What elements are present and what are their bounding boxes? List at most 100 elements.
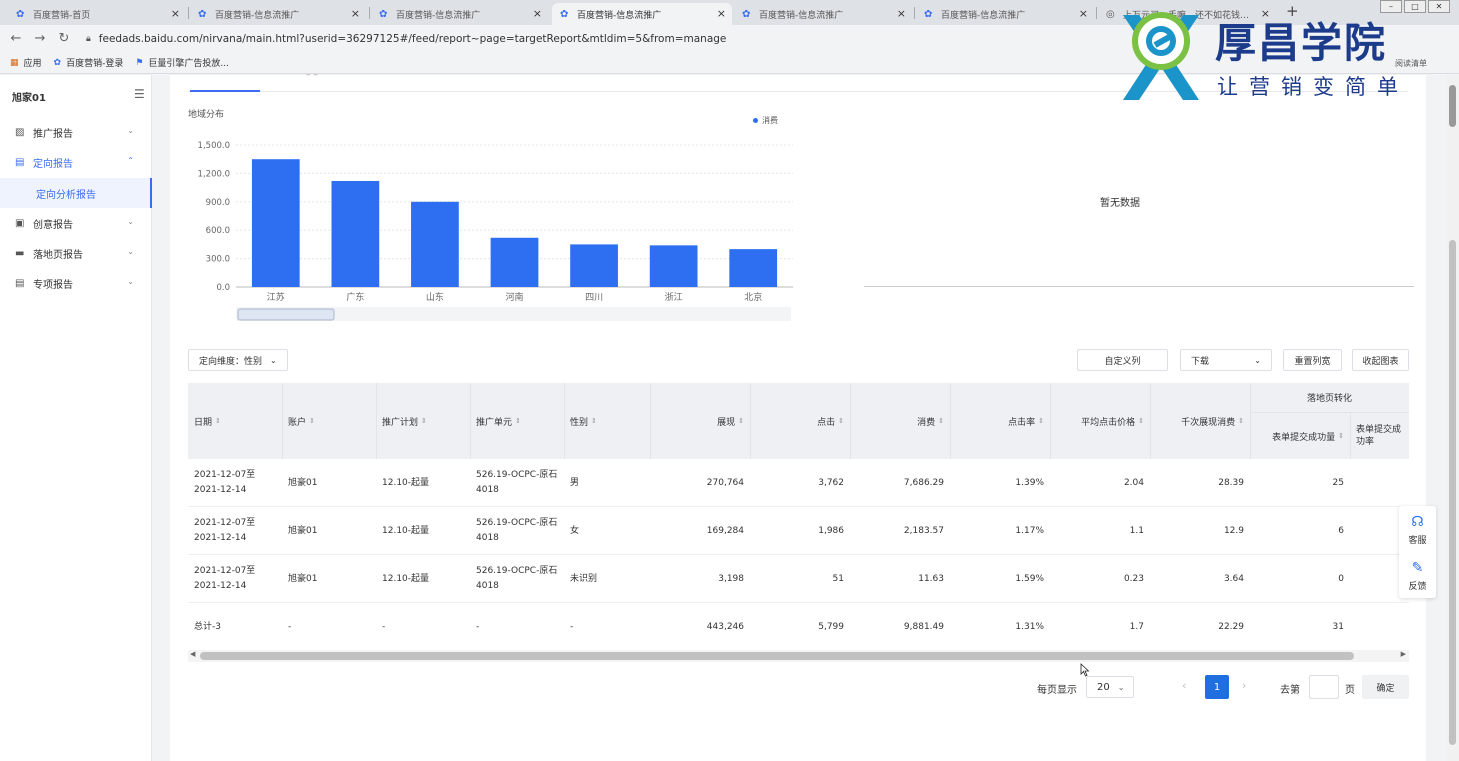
scroll-left-icon[interactable]: ◀	[190, 650, 195, 658]
prev-page-button[interactable]: ‹	[1182, 679, 1186, 692]
forward-arrow-icon[interactable]: →	[28, 31, 52, 46]
page-size-select[interactable]: 20 ⌄	[1086, 676, 1134, 698]
tab-close-icon[interactable]: ×	[1079, 7, 1088, 20]
sidebar-item-creative-report[interactable]: ▣ 创意报告 ⌄	[0, 208, 152, 238]
x-tick-label: 广东	[346, 291, 364, 303]
cell-cpm: 12.9	[1223, 525, 1244, 536]
legend-dot	[753, 118, 758, 123]
browser-tab[interactable]: ✿ 百度营销-首页 ×	[8, 3, 186, 25]
tab-active-indicator	[190, 90, 260, 92]
bar-河南[interactable]	[490, 237, 539, 287]
url-field[interactable]: 🔒︎ feedads.baidu.com/nirvana/main.html?u…	[86, 33, 726, 45]
sidebar-item-promotion-report[interactable]: ▨ 推广报告 ⌄	[0, 117, 152, 147]
tab-close-icon[interactable]: ×	[717, 7, 726, 20]
col-header-date[interactable]: 日期 ⇕	[188, 383, 282, 459]
chart-legend[interactable]: 消费	[753, 115, 778, 126]
cell-form-submit-rate	[1350, 603, 1409, 651]
cell-impressions: 3,198	[718, 573, 744, 584]
col-header-gender[interactable]: 性别 ⇕	[564, 383, 650, 459]
page-vertical-scrollbar[interactable]	[1446, 75, 1459, 761]
customer-service-button[interactable]: ☊ 客服	[1399, 514, 1436, 546]
page-number-button[interactable]: 1	[1205, 675, 1229, 699]
col-header-cost[interactable]: 消费 ⇕	[850, 383, 950, 459]
tab-close-icon[interactable]: ×	[897, 7, 906, 20]
sidebar-item-target-analysis[interactable]: 定向分析报告	[0, 178, 152, 208]
table-row: 2021-12-07至2021-12-14 旭豪01 12.10-起量 526.…	[188, 459, 1409, 507]
col-group-landing-conversion: 落地页转化	[1250, 383, 1409, 413]
sidebar-item-label: 落地页报告	[33, 249, 83, 261]
bookmark-baidu-login[interactable]: ✿ 百度营销-登录	[54, 56, 124, 70]
browser-tab[interactable]: ✿ 百度营销-信息流推广 ×	[190, 3, 366, 25]
col-header-form-submit-rate[interactable]: 表单提交成功率	[1350, 413, 1409, 459]
y-tick-label: 0.0	[216, 283, 230, 293]
bookmark-apps[interactable]: ▦ 应用	[10, 56, 42, 70]
cell-form-submits: 6	[1338, 525, 1344, 536]
col-header-unit[interactable]: 推广单元 ⇕	[470, 383, 564, 459]
sidebar: 旭家01 ☰ ▨ 推广报告 ⌄ ▤ 定向报告 ⌃ 定向分析报告 ▣ 创意报告 ⌄…	[0, 75, 152, 761]
goto-page-input[interactable]	[1309, 675, 1339, 699]
cell-clicks: 1,986	[818, 525, 844, 536]
table-row: 2021-12-07至2021-12-14 旭豪01 12.10-起量 526.…	[188, 555, 1409, 603]
tab-label: 百度营销-首页	[33, 10, 91, 21]
account-name: 旭家01	[12, 93, 46, 104]
goto-confirm-button[interactable]: 确定	[1362, 675, 1409, 699]
bookmark-ocean-engine[interactable]: ⚑ 巨量引擎广告投放...	[135, 56, 229, 70]
tab-close-icon[interactable]: ×	[533, 7, 542, 20]
custom-columns-button[interactable]: 自定义列	[1077, 349, 1168, 371]
cell-ctr: 1.17%	[1015, 525, 1044, 536]
browser-tab-active[interactable]: ✿ 百度营销-信息流推广 ×	[552, 3, 732, 25]
target-report-icon: ▤	[15, 156, 25, 168]
tab-label: 百度营销-信息流推广	[941, 10, 1026, 21]
download-select[interactable]: 下载 ⌄	[1180, 349, 1272, 371]
col-header-avg-cpc[interactable]: 平均点击价格 ⇕	[1050, 383, 1150, 459]
scroll-right-icon[interactable]: ▶	[1401, 650, 1406, 658]
float-label: 客服	[1408, 536, 1427, 546]
floating-tools: ☊ 客服 ✎ 反馈	[1399, 506, 1436, 598]
reload-icon[interactable]: ↻	[52, 31, 76, 46]
bar-山东[interactable]	[411, 201, 459, 287]
tab-close-icon[interactable]: ×	[351, 7, 360, 20]
browser-tab[interactable]: ✿ 百度营销-信息流推广 ×	[371, 3, 548, 25]
collapse-menu-icon[interactable]: ☰	[134, 87, 145, 101]
tab-secondary[interactable]: – –	[306, 70, 318, 80]
table-horizontal-scrollbar[interactable]: ◀ ▶	[188, 650, 1409, 662]
collapse-chart-button[interactable]: 收起图表	[1352, 349, 1409, 371]
sidebar-item-special-report[interactable]: ▤ 专项报告 ⌄	[0, 268, 152, 298]
browser-tab[interactable]: ✿ 百度营销-信息流推广 ×	[734, 3, 912, 25]
bar-北京[interactable]	[729, 249, 778, 287]
zoom-slider[interactable]	[236, 307, 791, 321]
bar-四川[interactable]	[570, 244, 618, 287]
zoom-slider-handle	[237, 308, 335, 321]
sidebar-item-target-report[interactable]: ▤ 定向报告 ⌃	[0, 147, 152, 177]
col-header-clicks[interactable]: 点击 ⇕	[750, 383, 850, 459]
sidebar-item-landing-page-report[interactable]: ▬ 落地页报告 ⌄	[0, 238, 152, 268]
download-label: 下载	[1191, 356, 1210, 367]
col-header-campaign[interactable]: 推广计划 ⇕	[376, 383, 470, 459]
cell-avg-cpc: 0.23	[1123, 573, 1144, 584]
col-header-cpm[interactable]: 千次展现消费 ⇕	[1150, 383, 1250, 459]
bar-广东[interactable]	[331, 180, 380, 287]
next-page-button[interactable]: ›	[1242, 679, 1246, 692]
col-header-form-submits[interactable]: 表单提交成功量 ⇕	[1250, 413, 1350, 459]
reset-column-width-button[interactable]: 重置列宽	[1283, 349, 1342, 371]
tab-close-icon[interactable]: ×	[171, 7, 180, 20]
feedback-button[interactable]: ✎ 反馈	[1399, 560, 1436, 592]
browser-tab[interactable]: ✿ 百度营销-信息流推广 ×	[916, 3, 1094, 25]
region-bar-chart: 0.0 300.0 600.0 900.0 1,200.0 1,500.0 江苏 广东 山东 河…	[198, 141, 793, 321]
scrollbar-thumb[interactable]	[200, 652, 1354, 660]
legend-label: 消费	[762, 116, 778, 125]
y-tick-label: 300.0	[206, 255, 230, 265]
bar-浙江[interactable]	[649, 245, 698, 287]
col-header-account[interactable]: 账户 ⇕	[282, 383, 376, 459]
col-header-impressions[interactable]: 展现 ⇕	[650, 383, 750, 459]
cell-clicks: 51	[832, 573, 844, 584]
bar-江苏[interactable]	[251, 159, 300, 287]
back-arrow-icon[interactable]: ←	[4, 31, 28, 46]
page-size-label: 每页显示	[1037, 685, 1077, 696]
tab-label: 百度营销-信息流推广	[396, 10, 481, 21]
scrollbar-thumb[interactable]	[1449, 85, 1456, 127]
bookmark-label: 应用	[23, 59, 42, 69]
col-header-ctr[interactable]: 点击率 ⇕	[950, 383, 1050, 459]
dimension-select[interactable]: 定向维度：性别 ⌄	[188, 349, 288, 371]
creative-icon: ▣	[15, 217, 25, 229]
